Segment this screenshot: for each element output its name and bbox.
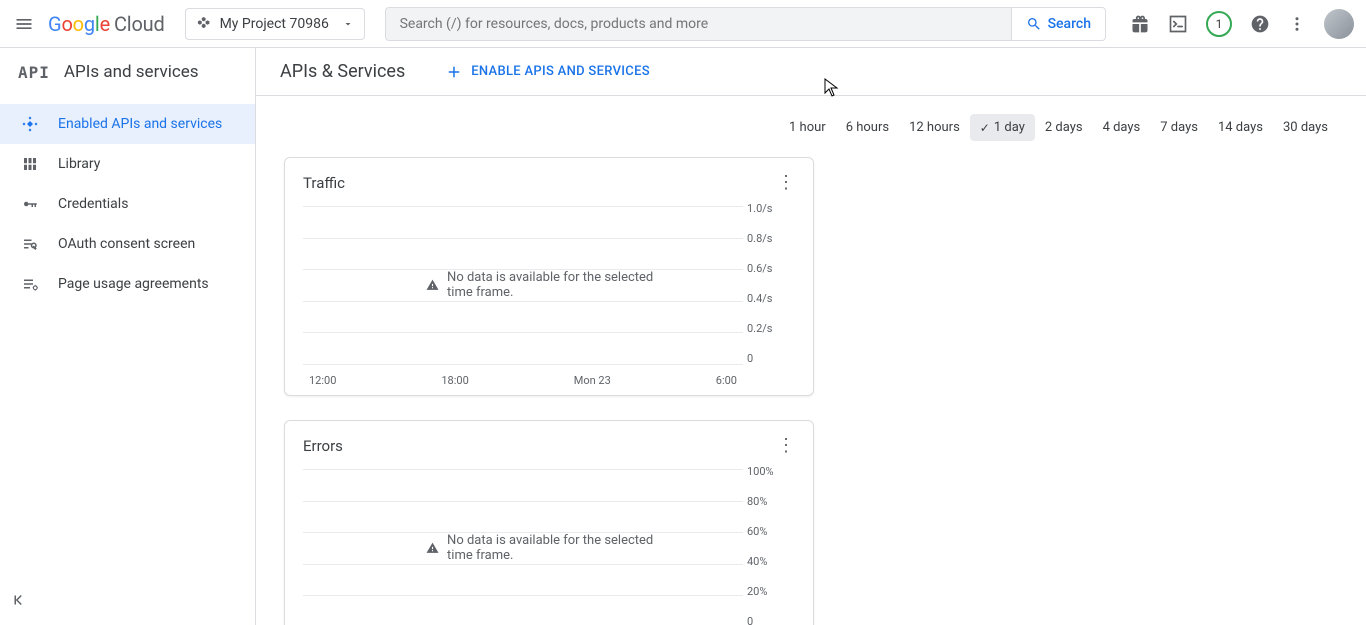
chart-title: Traffic bbox=[303, 174, 345, 192]
no-data-message: No data is available for the selected ti… bbox=[426, 533, 672, 563]
chevron-left-icon bbox=[10, 591, 28, 609]
consent-icon bbox=[20, 235, 40, 253]
time-range-6hours[interactable]: 6 hours bbox=[836, 114, 899, 141]
x-axis-labels: 12:0018:00Mon 236:00 bbox=[303, 374, 743, 387]
time-range-selector: 1 hour6 hours12 hours1 day2 days4 days7 … bbox=[256, 96, 1366, 147]
top-bar: Google Cloud My Project 70986 Search 1 bbox=[0, 0, 1366, 48]
search-button[interactable]: Search bbox=[1011, 8, 1105, 40]
top-actions: 1 bbox=[1130, 9, 1354, 39]
chevron-down-icon bbox=[342, 18, 354, 30]
time-range-1hour[interactable]: 1 hour bbox=[779, 114, 836, 141]
key-icon bbox=[20, 195, 40, 213]
more-vert-icon[interactable] bbox=[1288, 15, 1306, 33]
gift-icon[interactable] bbox=[1130, 14, 1150, 34]
time-range-1day[interactable]: 1 day bbox=[970, 114, 1035, 141]
sidebar-item-label: Library bbox=[58, 156, 100, 172]
project-picker[interactable]: My Project 70986 bbox=[185, 8, 365, 40]
sidebar-item-label: Page usage agreements bbox=[58, 276, 209, 292]
project-name: My Project 70986 bbox=[220, 16, 329, 32]
sidebar-item-credentials[interactable]: Credentials bbox=[0, 184, 255, 224]
sidebar-item-oauth-consent-screen[interactable]: OAuth consent screen bbox=[0, 224, 255, 264]
sidebar-item-label: OAuth consent screen bbox=[58, 236, 195, 252]
chart-card-errors: Errors ⋮ 100%80%60%40%20%0 No data is avail… bbox=[284, 420, 814, 625]
chart-body: 100%80%60%40%20%0 No data is available fo… bbox=[303, 465, 795, 625]
sidebar-item-label: Enabled APIs and services bbox=[58, 116, 222, 132]
content-area: APIs & Services ENABLE APIS AND SERVICES… bbox=[256, 48, 1366, 625]
warning-icon bbox=[426, 277, 439, 293]
search-icon bbox=[1026, 16, 1042, 32]
sidebar-item-page-usage-agreements[interactable]: Page usage agreements bbox=[0, 264, 255, 304]
hexagon-icon bbox=[196, 16, 212, 32]
sidebar-item-label: Credentials bbox=[58, 196, 128, 212]
warning-icon bbox=[426, 540, 439, 556]
google-cloud-logo[interactable]: Google Cloud bbox=[48, 12, 165, 36]
account-avatar[interactable] bbox=[1324, 9, 1354, 39]
settings-list-icon bbox=[20, 275, 40, 293]
help-icon[interactable] bbox=[1250, 14, 1270, 34]
enable-apis-button[interactable]: ENABLE APIS AND SERVICES bbox=[445, 63, 650, 81]
y-axis-labels: 100%80%60%40%20%0 bbox=[747, 465, 795, 625]
search-input[interactable] bbox=[386, 16, 1011, 32]
sidebar-collapse-button[interactable] bbox=[0, 579, 255, 625]
chart-card-traffic: Traffic ⋮ 1.0/s0.8/s0.6/s0.4/s0.2/s0 No dat… bbox=[284, 157, 814, 396]
sidebar-heading: API APIs and services bbox=[0, 48, 255, 96]
diamond-icon bbox=[20, 115, 40, 133]
main-menu-button[interactable] bbox=[12, 12, 36, 36]
time-range-14days[interactable]: 14 days bbox=[1208, 114, 1273, 141]
charts-grid: Traffic ⋮ 1.0/s0.8/s0.6/s0.4/s0.2/s0 No dat… bbox=[256, 147, 1366, 625]
sidebar-item-library[interactable]: Library bbox=[0, 144, 255, 184]
search-box: Search bbox=[385, 7, 1106, 41]
library-icon bbox=[20, 155, 40, 173]
time-range-30days[interactable]: 30 days bbox=[1273, 114, 1338, 141]
page-title: APIs & Services bbox=[280, 61, 405, 82]
time-range-2days[interactable]: 2 days bbox=[1035, 114, 1093, 141]
time-range-12hours[interactable]: 12 hours bbox=[899, 114, 970, 141]
content-header: APIs & Services ENABLE APIS AND SERVICES bbox=[256, 48, 1366, 96]
no-data-message: No data is available for the selected ti… bbox=[426, 270, 672, 300]
chart-body: 1.0/s0.8/s0.6/s0.4/s0.2/s0 No data is ava… bbox=[303, 202, 795, 387]
y-axis-labels: 1.0/s0.8/s0.6/s0.4/s0.2/s0 bbox=[747, 202, 795, 365]
notifications-badge[interactable]: 1 bbox=[1206, 11, 1232, 37]
chart-menu-button[interactable]: ⋮ bbox=[777, 174, 795, 192]
time-range-4days[interactable]: 4 days bbox=[1093, 114, 1151, 141]
chart-title: Errors bbox=[303, 437, 343, 455]
plus-icon bbox=[445, 63, 463, 81]
sidebar: API APIs and services Enabled APIs and s… bbox=[0, 48, 256, 625]
time-range-7days[interactable]: 7 days bbox=[1150, 114, 1208, 141]
api-logo-icon: API bbox=[18, 63, 50, 82]
cloud-shell-icon[interactable] bbox=[1168, 14, 1188, 34]
chart-menu-button[interactable]: ⋮ bbox=[777, 437, 795, 455]
sidebar-item-enabled-apis-and-services[interactable]: Enabled APIs and services bbox=[0, 104, 255, 144]
